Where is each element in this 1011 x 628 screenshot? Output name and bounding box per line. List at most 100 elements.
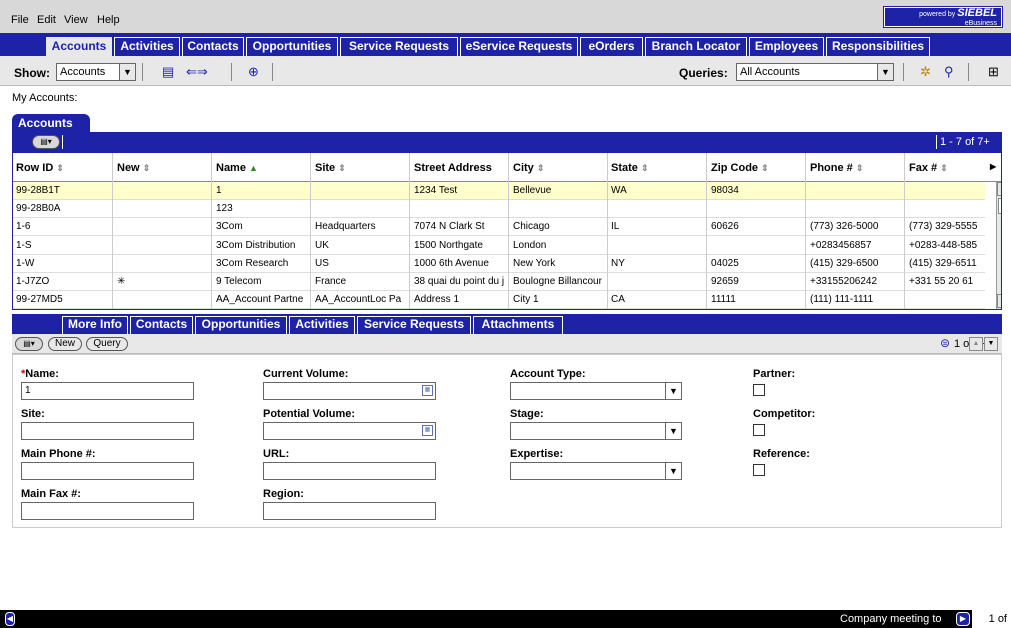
scroll-down-icon[interactable]: ▼	[997, 294, 1001, 308]
show-select[interactable]: Accounts ▼	[56, 63, 136, 81]
new-button[interactable]: New	[48, 337, 82, 351]
scroll-up-icon[interactable]: ▲	[997, 182, 1001, 196]
new-query-icon[interactable]: ✲	[920, 64, 931, 80]
stage-select[interactable]: ▼	[510, 422, 682, 440]
form-menu-button[interactable]: ▤▾	[15, 337, 43, 351]
url-label: URL:	[263, 448, 290, 460]
sort-arrows-icon: ⇕	[761, 163, 769, 173]
url-field[interactable]	[263, 462, 436, 480]
table-row[interactable]: 99-27MD5 AA_Account Partne AA_AccountLoc P…	[13, 291, 985, 309]
back-forward-arrows-icon[interactable]: ⇐⇒	[186, 64, 208, 80]
column-header-new[interactable]: New ⇕	[117, 162, 150, 174]
tab-more-info[interactable]: More Info	[62, 316, 128, 334]
column-header-fax[interactable]: Fax # ⇕	[909, 162, 948, 174]
expertise-select[interactable]: ▼	[510, 462, 682, 480]
queries-select[interactable]: All Accounts ▼	[736, 63, 894, 81]
table-row[interactable]: 99-28B0A 123	[13, 200, 985, 219]
column-header-label: Fax #	[909, 162, 938, 174]
table-row[interactable]: 1-6 3Com Headquarters 7074 N Clark St Chicag…	[13, 218, 985, 237]
queries-label: Queries:	[679, 66, 728, 80]
tab-detail-opportunities[interactable]: Opportunities	[195, 316, 287, 334]
scroll-columns-right-icon[interactable]: ▶	[990, 162, 996, 171]
competitor-checkbox[interactable]	[753, 424, 765, 436]
next-record-icon[interactable]: ▼	[984, 337, 998, 351]
sort-arrows-icon: ⇕	[640, 163, 649, 173]
column-header-row-id[interactable]: Row ID ⇕	[16, 162, 64, 174]
column-header-label: State	[611, 162, 638, 174]
main-fax-field[interactable]	[21, 502, 194, 520]
row-id-cell: 1-W	[16, 257, 35, 269]
tab-branch-locator[interactable]: Branch Locator	[645, 37, 747, 56]
current-volume-field[interactable]: ▦	[263, 382, 436, 400]
siebel-window: File Edit View Help powered by SIEBEL eB…	[0, 0, 1011, 628]
binoculars-icon[interactable]: ⊞	[988, 64, 999, 80]
menu-edit[interactable]: Edit	[37, 14, 56, 26]
table-row[interactable]: 99-28B1T 1 1234 Test Bellevue WA 98034	[13, 182, 985, 200]
partner-checkbox[interactable]	[753, 384, 765, 396]
table-row[interactable]: 1-S 3Com Distribution UK 1500 Northgate Lond…	[13, 237, 985, 255]
row-id-cell: 99-28B0A	[16, 203, 61, 215]
tab-detail-activities[interactable]: Activities	[289, 316, 355, 334]
name-cell: 9 Telecom	[216, 276, 262, 287]
search-icon[interactable]: ⚲	[944, 64, 954, 80]
calculator-icon[interactable]: ▦	[422, 425, 433, 436]
region-field[interactable]	[263, 502, 436, 520]
column-header-site[interactable]: Site ⇕	[315, 162, 346, 174]
menu-file[interactable]: File	[11, 14, 29, 26]
column-header-label: Street Address	[414, 162, 492, 174]
globe-icon[interactable]: ⊕	[248, 64, 259, 80]
tab-responsibilities[interactable]: Responsibilities	[826, 37, 930, 56]
tab-service-requests[interactable]: Service Requests	[340, 37, 458, 56]
tab-opportunities[interactable]: Opportunities	[246, 37, 338, 56]
record-selector-icon[interactable]: ⊜	[940, 336, 950, 350]
row-id-cell: 1-J7ZO	[16, 276, 50, 287]
document-icon[interactable]: ▤	[162, 64, 174, 80]
tab-attachments[interactable]: Attachments	[473, 316, 563, 334]
tab-eorders[interactable]: eOrders	[580, 37, 643, 56]
column-divider	[607, 153, 608, 309]
site-field[interactable]	[21, 422, 194, 440]
state-cell: NY	[611, 257, 625, 269]
tab-contacts[interactable]: Contacts	[182, 37, 244, 56]
query-button[interactable]: Query	[86, 337, 128, 351]
phone-cell: +33155206242	[810, 276, 878, 287]
applet-menu-button[interactable]: ▤▾	[32, 135, 60, 149]
table-row[interactable]: 1-W 3Com Research US 1000 6th Avenue New Yor…	[13, 255, 985, 273]
tab-accounts[interactable]: Accounts	[46, 37, 112, 56]
row-id-cell: 99-27MD5	[16, 294, 63, 306]
column-header-phone[interactable]: Phone # ⇕	[810, 162, 863, 174]
main-phone-field[interactable]	[21, 462, 194, 480]
name-field[interactable]: 1	[21, 382, 194, 400]
list-scrollbar[interactable]: ▲ ▼	[996, 182, 1001, 309]
column-header-state[interactable]: State ⇕	[611, 162, 649, 174]
tab-detail-service-requests[interactable]: Service Requests	[357, 316, 471, 334]
tab-detail-contacts[interactable]: Contacts	[130, 316, 193, 334]
account-type-select[interactable]: ▼	[510, 382, 682, 400]
scroll-left-icon[interactable]: ◀	[5, 612, 15, 626]
menu-view[interactable]: View	[64, 14, 88, 26]
scrollbar-thumb[interactable]	[998, 198, 1001, 214]
tab-employees[interactable]: Employees	[749, 37, 824, 56]
column-header-city[interactable]: City ⇕	[513, 162, 544, 174]
tab-eservice-requests[interactable]: eService Requests	[460, 37, 578, 56]
column-header-zip-code[interactable]: Zip Code ⇕	[711, 162, 769, 174]
zip-code-cell: 11111	[711, 294, 736, 306]
competitor-label: Competitor:	[753, 408, 816, 420]
logo-brand-text: SIEBEL	[957, 7, 997, 19]
calculator-icon[interactable]: ▦	[422, 385, 433, 396]
status-page: 1 of	[972, 610, 1011, 628]
column-header-name[interactable]: Name ▲	[216, 162, 258, 174]
region-label: Region:	[263, 488, 304, 500]
play-icon[interactable]: ▶	[956, 612, 970, 626]
potential-volume-field[interactable]: ▦	[263, 422, 436, 440]
toolbar-divider	[968, 63, 969, 81]
reference-checkbox[interactable]	[753, 464, 765, 476]
menu-help[interactable]: Help	[97, 14, 120, 26]
sort-arrows-icon: ⇕	[536, 163, 545, 173]
main-phone-label: Main Phone #:	[21, 448, 96, 460]
table-row[interactable]: 1-J7ZO ✳ 9 Telecom France 38 quai du point d…	[13, 273, 985, 291]
previous-record-icon[interactable]: ▲	[969, 337, 983, 351]
column-header-street-address[interactable]: Street Address	[414, 162, 492, 174]
logo-subtext: eBusiness	[964, 20, 997, 27]
tab-activities[interactable]: Activities	[114, 37, 180, 56]
